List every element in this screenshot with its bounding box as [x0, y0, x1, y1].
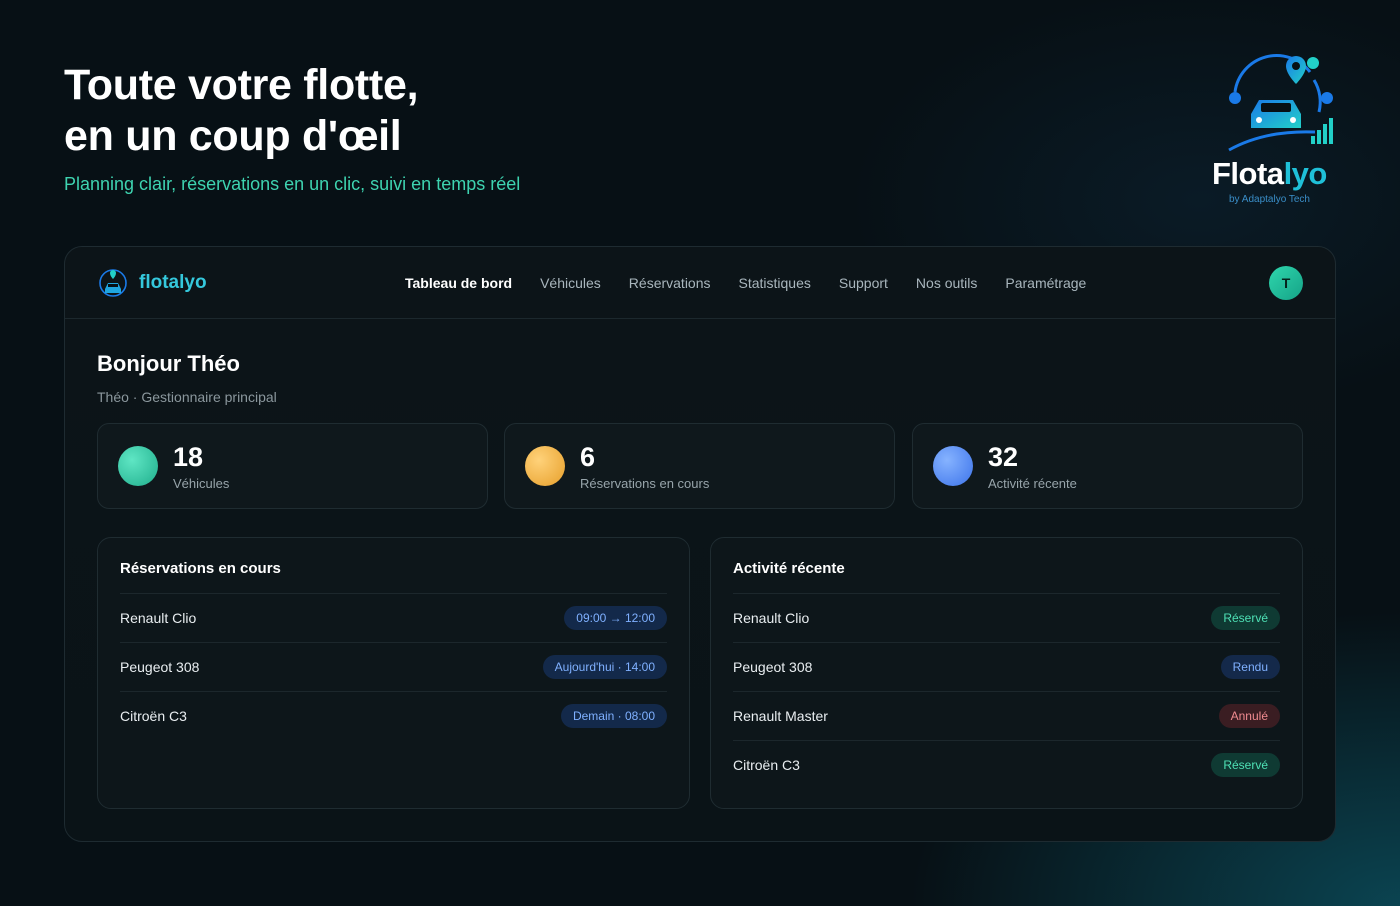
hero-title-line1: Toute votre flotte, [64, 61, 419, 109]
logo-text: flotalyo [139, 272, 207, 293]
panel-title: Réservations en cours [120, 560, 281, 577]
activity-list: Renault Clio Réservé Peugeot 308 Rendu R… [733, 593, 1280, 789]
vehicle-name: Renault Master [733, 708, 828, 724]
list-item[interactable]: Renault Master Annulé [733, 691, 1280, 740]
user-avatar[interactable]: T [1269, 266, 1303, 300]
time-badge: Demain · 08:00 [560, 704, 667, 728]
hero-title-line2: en un coup d'œil [64, 112, 402, 160]
app-logo[interactable]: flotalyo [97, 267, 207, 299]
stat-card-activite[interactable]: 32 Activité récente [912, 423, 1303, 509]
top-nav: flotalyo Tableau de bord Véhicules Réser… [65, 247, 1335, 319]
vehicle-name: Peugeot 308 [120, 659, 200, 675]
activity-panel: Activité récente Renault Clio Réservé Pe… [710, 537, 1303, 809]
status-badge: Annulé [1218, 704, 1280, 728]
list-item[interactable]: Peugeot 308 Rendu [733, 642, 1280, 691]
greeting-subtitle: Théo · Gestionnaire principal [97, 389, 277, 405]
nav-item-nos-outils[interactable]: Nos outils [916, 275, 977, 291]
vehicle-name: Renault Clio [120, 610, 197, 626]
nav-item-statistiques[interactable]: Statistiques [739, 275, 811, 291]
status-badge: Réservé [1211, 606, 1280, 630]
stat-dot-icon [118, 446, 158, 486]
stat-label: Activité récente [988, 476, 1077, 491]
list-item[interactable]: Renault Clio 09:00 → 12:00 [120, 593, 667, 642]
flotalyo-small-logo-icon [99, 269, 127, 297]
stat-card-reservations[interactable]: 6 Réservations en cours [504, 423, 895, 509]
time-badge: 09:00 → 12:00 [564, 606, 667, 630]
vehicle-name: Peugeot 308 [733, 659, 813, 675]
stat-value: 18 [173, 442, 204, 472]
brand-byline: by Adaptalyo Tech [1229, 194, 1310, 205]
reservations-list: Renault Clio 09:00 → 12:00 Peugeot 308 A… [120, 593, 667, 740]
reservations-panel: Réservations en cours Renault Clio 09:00… [97, 537, 690, 809]
hero-title: Toute votre flotte, en un coup d'œil [64, 60, 520, 162]
stat-dot-icon [933, 446, 973, 486]
status-badge: Rendu [1220, 655, 1280, 679]
vehicle-name: Renault Clio [733, 610, 810, 626]
list-item[interactable]: Citroën C3 Demain · 08:00 [120, 691, 667, 740]
stat-value: 32 [988, 442, 1019, 472]
hero-subtitle: Planning clair, réservations en un clic,… [64, 174, 521, 194]
nav-item-parametrage[interactable]: Paramétrage [1005, 275, 1086, 291]
nav-item-support[interactable]: Support [839, 275, 888, 291]
hero: Toute votre flotte, en un coup d'œil Pla… [64, 60, 520, 195]
status-badge: Réservé [1211, 753, 1280, 777]
list-item[interactable]: Renault Clio Réservé [733, 593, 1280, 642]
brand-name: Flotalyo [1212, 156, 1327, 192]
stat-label: Réservations en cours [580, 476, 710, 491]
list-item[interactable]: Citroën C3 Réservé [733, 740, 1280, 789]
brand-logo: Flotalyo by Adaptalyo Tech [1205, 52, 1345, 212]
stat-card-vehicules[interactable]: 18 Véhicules [97, 423, 488, 509]
panel-title: Activité récente [733, 560, 845, 577]
main-menu: Tableau de bord Véhicules Réservations S… [405, 275, 1086, 291]
stat-label: Véhicules [173, 476, 230, 491]
vehicle-name: Citroën C3 [733, 757, 800, 773]
greeting: Bonjour Théo Théo · Gestionnaire princip… [97, 351, 277, 405]
app-window: flotalyo Tableau de bord Véhicules Réser… [64, 246, 1336, 842]
greeting-title: Bonjour Théo [97, 351, 240, 376]
nav-item-reservations[interactable]: Réservations [629, 275, 711, 291]
nav-item-vehicules[interactable]: Véhicules [540, 275, 601, 291]
stat-value: 6 [580, 442, 596, 472]
nav-item-tableau-de-bord[interactable]: Tableau de bord [405, 275, 512, 291]
flotalyo-logo-icon [1228, 54, 1333, 152]
stat-dot-icon [525, 446, 565, 486]
brand-name-part1: Flota [1212, 156, 1284, 191]
vehicle-name: Citroën C3 [120, 708, 187, 724]
list-item[interactable]: Peugeot 308 Aujourd'hui · 14:00 [120, 642, 667, 691]
time-badge: Aujourd'hui · 14:00 [542, 655, 667, 679]
brand-name-part2: lyo [1283, 156, 1328, 191]
